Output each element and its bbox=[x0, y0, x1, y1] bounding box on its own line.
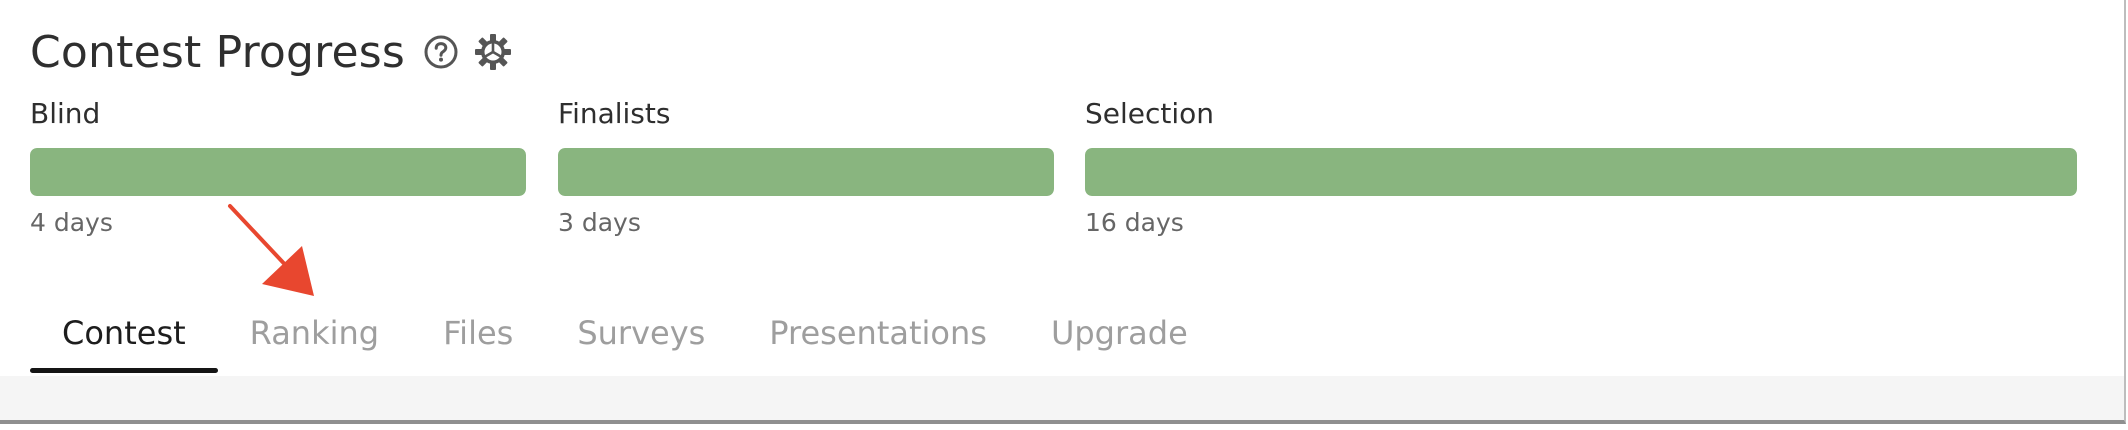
stage-blind: Blind 4 days bbox=[30, 96, 526, 237]
stage-finalists: Finalists 3 days bbox=[558, 96, 1054, 237]
stage-duration: 4 days bbox=[30, 208, 113, 237]
tab-label: Upgrade bbox=[1050, 314, 1188, 352]
help-circle-icon[interactable] bbox=[419, 30, 463, 74]
tab-surveys[interactable]: Surveys bbox=[545, 300, 737, 362]
stage-progress-fill bbox=[558, 148, 1054, 196]
active-tab-indicator bbox=[30, 368, 218, 373]
page-title: Contest Progress bbox=[30, 26, 405, 78]
tab-label: Presentations bbox=[769, 314, 987, 352]
tab-contest[interactable]: Contest bbox=[30, 300, 218, 373]
tab-bar: Contest Ranking Files Surveys Presentati… bbox=[30, 300, 1220, 376]
stage-progress-bar bbox=[558, 148, 1054, 196]
stage-label: Finalists bbox=[558, 97, 671, 130]
stage-duration: 3 days bbox=[558, 208, 641, 237]
gear-icon[interactable] bbox=[471, 30, 515, 74]
header: Contest Progress bbox=[30, 22, 515, 82]
contest-progress-panel: Contest Progress Blind 4 days Finalists … bbox=[0, 0, 2126, 424]
tab-label: Ranking bbox=[249, 314, 380, 352]
tab-content-area bbox=[0, 376, 2124, 420]
tab-presentations[interactable]: Presentations bbox=[737, 300, 1019, 362]
tab-label: Surveys bbox=[577, 314, 706, 352]
stage-progress-bar bbox=[30, 148, 526, 196]
stage-progress-fill bbox=[30, 148, 526, 196]
stage-progress-bar bbox=[1085, 148, 2077, 196]
annotation-arrow-icon bbox=[228, 204, 314, 296]
stage-duration: 16 days bbox=[1085, 208, 1184, 237]
stage-label: Selection bbox=[1085, 97, 1215, 130]
tab-files[interactable]: Files bbox=[411, 300, 545, 362]
stage-label: Blind bbox=[30, 97, 101, 130]
tab-label: Contest bbox=[62, 314, 186, 352]
tab-upgrade[interactable]: Upgrade bbox=[1019, 300, 1220, 362]
tab-label: Files bbox=[443, 314, 514, 352]
stage-selection: Selection 16 days bbox=[1085, 96, 2077, 237]
stage-progress-fill bbox=[1085, 148, 2077, 196]
